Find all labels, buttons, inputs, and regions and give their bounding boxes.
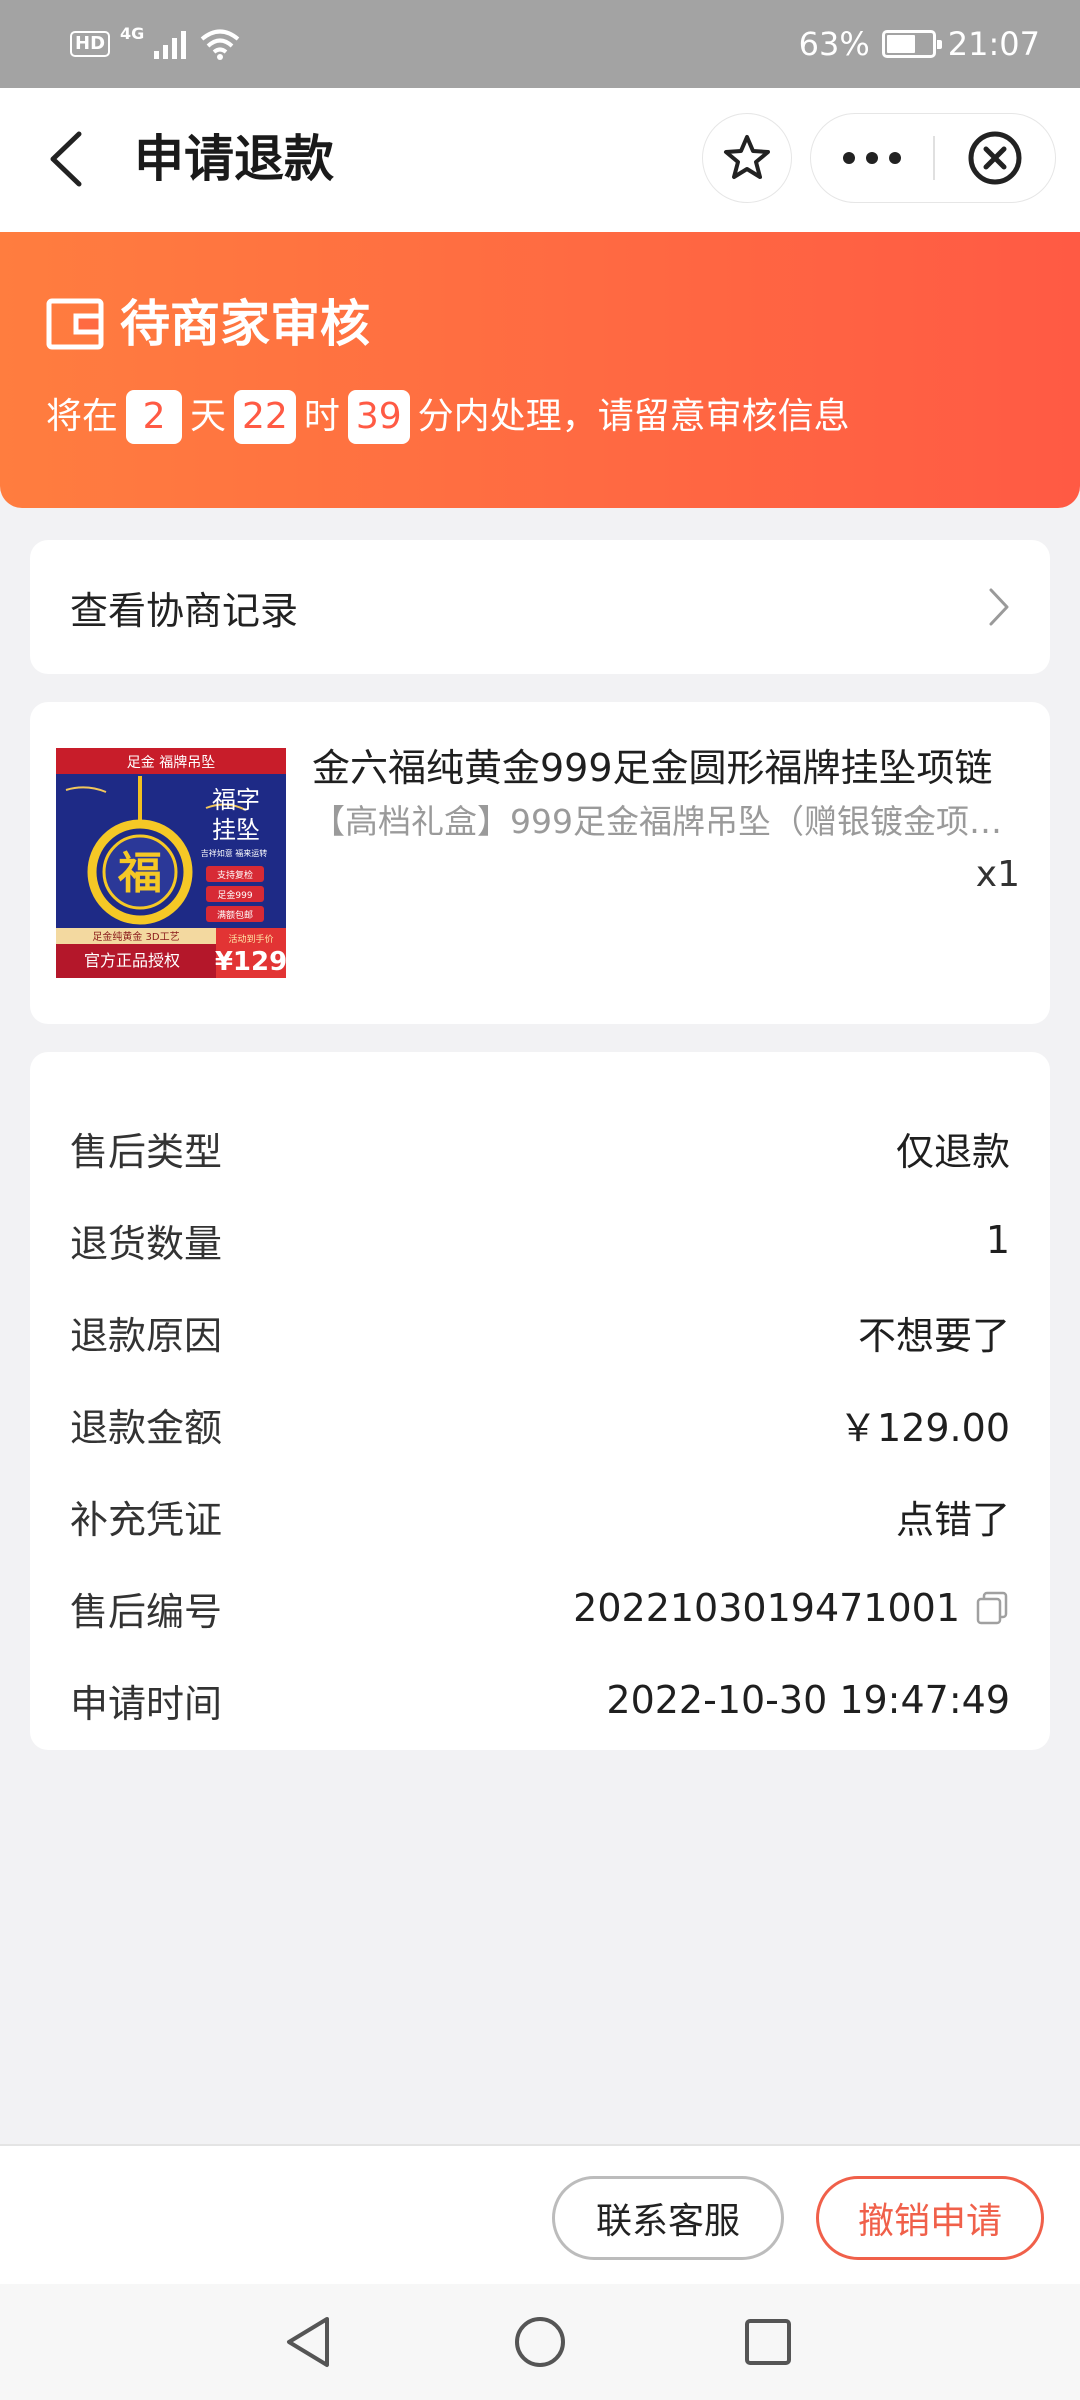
detail-key: 售后类型 [70, 1129, 223, 1174]
detail-key: 售后编号 [70, 1589, 223, 1634]
status-bar: HD 4G 63% 21:07 [0, 0, 1080, 88]
hd-icon: HD [70, 31, 111, 57]
detail-key: 申请时间 [70, 1681, 223, 1726]
image-bottom-small: 足金纯黄金 3D工艺 [92, 930, 179, 943]
countdown-hours-unit: 时 [303, 396, 340, 437]
refund-details-card: 售后类型 仅退款 退货数量 1 退款原因 不想要了 退款金额 ￥129.00 补… [30, 1052, 1050, 1750]
countdown-text: 将在 2 天 22 时 39 分内处理，请留意审核信息 [46, 390, 850, 444]
image-slogan: 吉祥如意 福来运转 [201, 848, 268, 858]
clock: 21:07 [947, 25, 1040, 63]
image-price-label: 活动到手价 [228, 933, 273, 945]
triangle-back-icon [287, 2317, 329, 2367]
detail-key: 退款金额 [70, 1405, 223, 1450]
detail-row-evidence: 补充凭证 点错了 [30, 1470, 1050, 1562]
cancel-request-button[interactable]: 撤销申请 [816, 2176, 1044, 2260]
banner-title: 待商家审核 [120, 295, 370, 353]
negotiation-record-label: 查看协商记录 [70, 588, 299, 633]
image-tag-3: 满额包邮 [217, 909, 253, 921]
countdown-days: 2 [126, 390, 183, 444]
detail-row-aftersale-id: 售后编号 2022103019471001 [30, 1562, 1050, 1654]
battery-percent: 63% [798, 25, 870, 63]
close-circle-icon [968, 131, 1022, 185]
miniapp-capsule [810, 113, 1056, 203]
detail-key: 退款原因 [70, 1313, 223, 1358]
system-navigation-bar [0, 2284, 1080, 2400]
countdown-prefix: 将在 [46, 396, 119, 437]
network-label: 4G [120, 24, 145, 43]
more-button[interactable] [811, 114, 933, 202]
detail-value: ￥129.00 [839, 1405, 1010, 1450]
detail-value: 2022-10-30 19:47:49 [606, 1678, 1010, 1722]
detail-value: 1 [985, 1218, 1010, 1262]
detail-value-wrap: 2022103019471001 [573, 1586, 1010, 1630]
star-icon [724, 135, 770, 179]
status-right: 63% 21:07 [799, 25, 1040, 63]
signal-icon [154, 31, 187, 59]
detail-key: 补充凭证 [70, 1497, 223, 1542]
more-dots-icon [843, 152, 901, 164]
detail-row-type: 售后类型 仅退款 [30, 1102, 1050, 1194]
status-left: HD 4G [70, 24, 240, 60]
nav-bar: 申请退款 [0, 88, 1080, 232]
system-back-button[interactable] [278, 2312, 338, 2372]
system-recents-button[interactable] [738, 2312, 798, 2372]
detail-row-quantity: 退货数量 1 [30, 1194, 1050, 1286]
countdown-days-unit: 天 [190, 396, 227, 437]
image-tag-2: 足金999 [217, 889, 252, 901]
detail-row-amount: 退款金额 ￥129.00 [30, 1378, 1050, 1470]
detail-key: 退货数量 [70, 1221, 223, 1266]
contact-service-button[interactable]: 联系客服 [552, 2176, 784, 2260]
bottom-action-bar: 联系客服 撤销申请 [0, 2144, 1080, 2284]
image-top-label: 足金 福牌吊坠 [127, 754, 215, 771]
product-subtitle: 【高档礼盒】999足金福牌吊坠（赠银镀金项链） [312, 802, 1032, 841]
detail-value: 点错了 [895, 1497, 1010, 1542]
countdown-minutes: 39 [347, 390, 410, 444]
countdown-suffix: 分内处理，请留意审核信息 [417, 396, 850, 437]
detail-value: 仅退款 [895, 1129, 1010, 1174]
image-fu-char: 福 [117, 848, 162, 899]
close-button[interactable] [935, 114, 1055, 202]
detail-row-apply-time: 申请时间 2022-10-30 19:47:49 [30, 1654, 1050, 1746]
product-title: 金六福纯黄金999足金圆形福牌挂坠项链 [312, 746, 993, 790]
banner-title-row: 待商家审核 [46, 292, 370, 356]
back-button[interactable] [40, 124, 90, 194]
image-big-text-1: 福字 [212, 786, 260, 814]
copy-icon[interactable] [974, 1590, 1010, 1626]
page-title: 申请退款 [134, 130, 334, 188]
image-bottom-label: 官方正品授权 [84, 951, 180, 970]
wifi-icon [201, 29, 240, 60]
image-price: ¥129 [215, 947, 286, 977]
product-card[interactable]: 足金 福牌吊坠 福 福字 挂坠 吉祥如意 福来运转 支持复检 足金999 满额包… [30, 702, 1050, 1024]
product-quantity: x1 [975, 854, 1020, 895]
countdown-hours: 22 [234, 390, 296, 444]
detail-row-reason: 退款原因 不想要了 [30, 1286, 1050, 1378]
chevron-left-icon [50, 131, 82, 187]
chevron-right-icon [989, 588, 1009, 626]
status-banner: 待商家审核 将在 2 天 22 时 39 分内处理，请留意审核信息 [0, 232, 1080, 508]
image-tag-1: 支持复检 [217, 869, 253, 881]
square-recents-icon [745, 2319, 791, 2365]
system-home-button[interactable] [510, 2312, 570, 2372]
wallet-icon [46, 298, 104, 350]
image-big-text-2: 挂坠 [212, 816, 260, 844]
circle-home-icon [515, 2317, 565, 2367]
product-image: 足金 福牌吊坠 福 福字 挂坠 吉祥如意 福来运转 支持复检 足金999 满额包… [56, 748, 286, 978]
product-thumbnail: 足金 福牌吊坠 福 福字 挂坠 吉祥如意 福来运转 支持复检 足金999 满额包… [56, 748, 286, 978]
favorite-button[interactable] [702, 113, 792, 203]
aftersale-id-value: 2022103019471001 [573, 1586, 960, 1630]
negotiation-record-link[interactable]: 查看协商记录 [30, 540, 1050, 674]
battery-icon [881, 30, 942, 58]
detail-value: 不想要了 [857, 1313, 1010, 1358]
